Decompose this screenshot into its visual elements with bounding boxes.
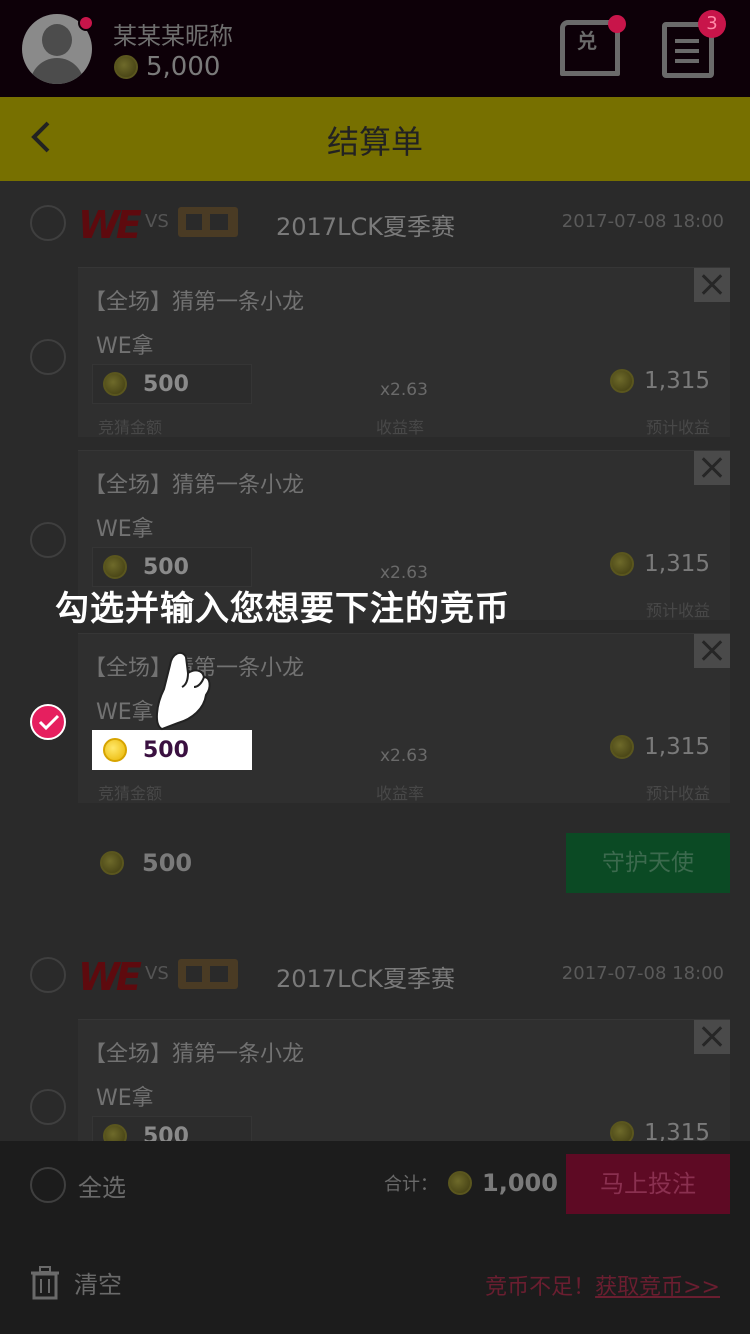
get-coins-link[interactable]: 获取竞币>> [595, 1275, 720, 1300]
bet-pick: WE拿 [96, 334, 154, 359]
league-name: 2017LCK夏季赛 [276, 213, 455, 241]
payout-value: 1,315 [644, 1120, 710, 1141]
coin-icon [610, 369, 635, 393]
total-summary: 合计： 1,000 [384, 1169, 558, 1197]
coin-icon [103, 555, 127, 579]
bet-card: 【全场】猜第一条小龙 WE拿 500 1,315 [78, 1019, 730, 1141]
coin-icon [103, 738, 127, 762]
match-time: 2017-07-08 18:00 [561, 211, 724, 232]
odds-value: x2.63 [380, 746, 428, 766]
payout-value: 1,315 [644, 551, 710, 577]
guide-tooltip: 勾选并输入您想要下注的竞币 [55, 589, 510, 629]
bet-select-radio[interactable] [30, 1089, 66, 1125]
team-a-logo: WE [78, 955, 142, 999]
match-select-radio[interactable] [30, 957, 66, 993]
bet-card: 【全场】猜第一条小龙 WE拿 500 x2.63 1,315 竞猜金额 收益率 … [78, 267, 730, 437]
stake-label: 竞猜金额 [98, 418, 163, 437]
bet-slip-content: WE VS 2017LCK夏季赛 2017-07-08 18:00 【全场】猜第… [0, 181, 750, 1141]
total-amount: 1,000 [482, 1169, 558, 1197]
select-all[interactable]: 全选 [30, 1167, 126, 1203]
title-bar: 结算单 [0, 97, 750, 181]
coin-icon [610, 1121, 635, 1141]
match-header: WE VS 2017LCK夏季赛 2017-07-08 18:00 [0, 181, 750, 261]
odds-label: 收益率 [376, 784, 425, 803]
stake-amount: 500 [143, 371, 189, 397]
coin-icon [610, 552, 635, 576]
match-header: WE VS 2017LCK夏季赛 2017-07-08 18:00 [0, 933, 750, 1013]
insufficient-text: 竞币不足！ [485, 1275, 596, 1300]
orders-count-badge: 3 [698, 10, 726, 38]
page-title: 结算单 [326, 123, 423, 161]
payout: 1,315 [610, 734, 710, 760]
bet-title: 【全场】猜第一条小龙 [84, 290, 305, 315]
stake-input[interactable]: 500 [92, 1116, 252, 1141]
close-icon[interactable] [694, 1020, 730, 1054]
match-subtotal: 500 [100, 849, 192, 877]
match-time: 2017-07-08 18:00 [561, 963, 724, 984]
balance-value: 5,000 [146, 52, 221, 82]
coin-icon [114, 55, 138, 79]
league-name: 2017LCK夏季赛 [276, 965, 455, 993]
select-all-label: 全选 [78, 1173, 126, 1202]
odds-value: x2.63 [380, 380, 428, 400]
bet-pick: WE拿 [96, 700, 154, 725]
odds-label: 收益率 [376, 418, 425, 437]
coin-icon [100, 851, 124, 875]
bet-pick: WE拿 [96, 517, 154, 542]
select-all-radio[interactable] [30, 1167, 66, 1203]
vs-label: VS [145, 211, 169, 232]
stake-amount: 500 [143, 1123, 189, 1142]
total-label: 合计： [384, 1174, 438, 1195]
close-icon[interactable] [694, 451, 730, 485]
bet-title: 【全场】猜第一条小龙 [84, 1042, 305, 1067]
top-bar: 某某某昵称 5,000 兑 3 [0, 0, 750, 97]
place-bet-button[interactable]: 马上投注 [566, 1154, 730, 1214]
coin-icon [610, 735, 635, 759]
payout-value: 1,315 [644, 368, 710, 394]
clear-label: 清空 [74, 1271, 122, 1299]
exchange-notification-dot [608, 15, 626, 33]
footer-bar: 全选 合计： 1,000 马上投注 清空 竞币不足！获取竞币>> [0, 1141, 750, 1334]
close-icon[interactable] [694, 634, 730, 668]
check-icon [38, 714, 60, 731]
stake-amount: 500 [143, 737, 189, 763]
stake-label: 竞猜金额 [98, 784, 163, 803]
user-nickname: 某某某昵称 [113, 22, 233, 50]
clear-button[interactable]: 清空 [30, 1265, 122, 1300]
stake-input[interactable]: 500 [92, 730, 252, 770]
close-icon[interactable] [694, 268, 730, 302]
bet-pick: WE拿 [96, 1086, 154, 1111]
coin-balance: 5,000 [114, 52, 220, 82]
pointing-hand-icon [156, 651, 211, 731]
stake-amount: 500 [143, 554, 189, 580]
team-b-logo [178, 959, 238, 989]
payout: 1,315 [610, 551, 710, 577]
exchange-icon-text: 兑 [577, 29, 597, 53]
notification-dot [78, 15, 94, 31]
vs-label: VS [145, 963, 169, 984]
bet-title: 【全场】猜第一条小龙 [84, 473, 305, 498]
payout-label: 预计收益 [645, 418, 710, 437]
coin-icon [103, 1124, 127, 1141]
odds-value: x2.63 [380, 563, 428, 583]
guardian-angel-button[interactable]: 守护天使 [566, 833, 730, 893]
match-select-radio[interactable] [30, 205, 66, 241]
team-b-logo [178, 207, 238, 237]
bet-select-radio[interactable] [30, 522, 66, 558]
payout: 1,315 [610, 368, 710, 394]
payout: 1,315 [610, 1120, 710, 1141]
coin-icon [448, 1171, 472, 1195]
payout-label: 预计收益 [645, 601, 710, 620]
stake-input[interactable]: 500 [92, 364, 252, 404]
payout-value: 1,315 [644, 734, 710, 760]
subtotal-value: 500 [142, 849, 193, 877]
bet-select-radio-checked[interactable] [30, 704, 66, 740]
trash-icon [31, 1265, 59, 1299]
insufficient-coins-notice: 竞币不足！获取竞币>> [485, 1269, 720, 1301]
coin-icon [103, 372, 127, 396]
bet-select-radio[interactable] [30, 339, 66, 375]
payout-label: 预计收益 [645, 784, 710, 803]
team-a-logo: WE [78, 203, 142, 247]
